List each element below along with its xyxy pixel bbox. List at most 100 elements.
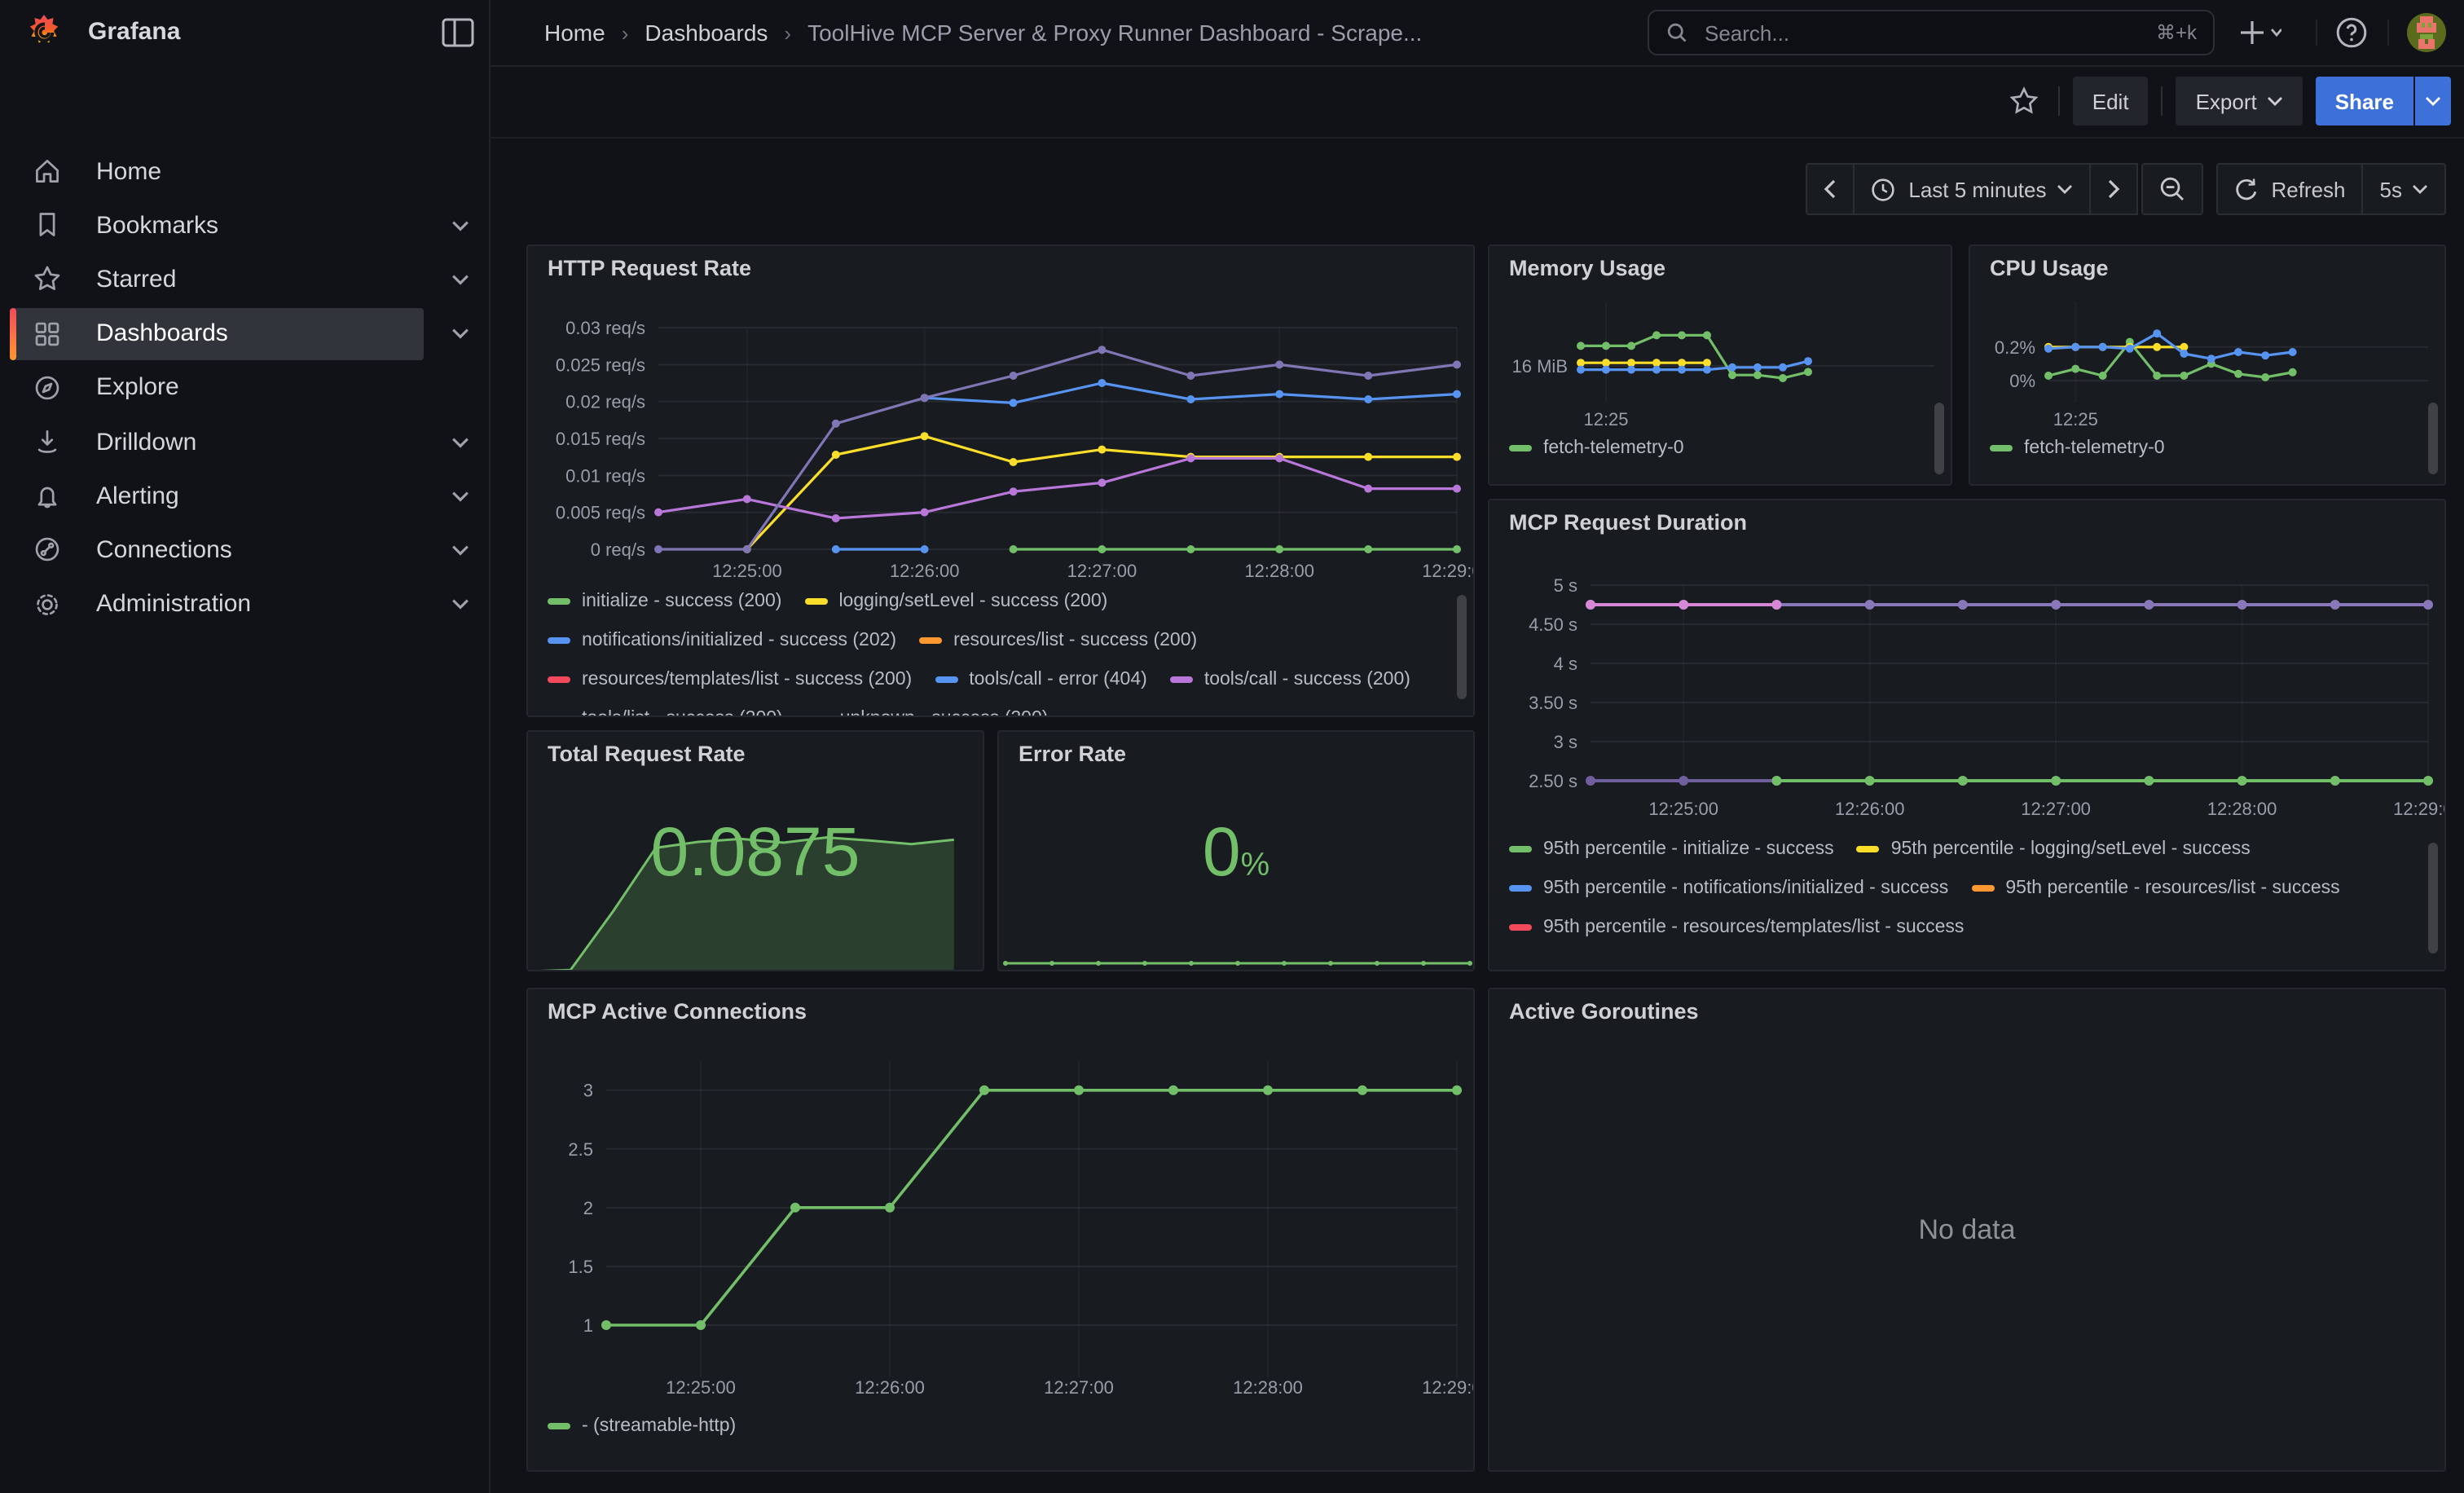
legend-item[interactable]: tools/call - success (200): [1170, 660, 1410, 699]
time-forward-button[interactable]: [2090, 163, 2137, 215]
chevron-down-icon[interactable]: [443, 416, 476, 468]
search-input[interactable]: [1701, 19, 2143, 46]
sidebar-item-starred[interactable]: Starred: [10, 253, 424, 306]
sidebar-item-explore[interactable]: Explore: [10, 362, 424, 414]
share-options-chevron-button[interactable]: [2415, 77, 2451, 126]
chart-legend: fetch-telemetry-0: [1509, 429, 1915, 484]
sidebar-item-home[interactable]: Home: [10, 145, 424, 197]
sidebar-item-label: Home: [96, 157, 161, 185]
legend-scrollbar[interactable]: [2428, 403, 2438, 474]
svg-text:2: 2: [583, 1198, 593, 1218]
legend-item[interactable]: logging/setLevel - success (200): [804, 582, 1107, 621]
series-color-marker: [804, 598, 827, 605]
svg-text:0.01 req/s: 0.01 req/s: [565, 465, 645, 486]
panel-mcp-request-duration: MCP Request Duration 5 s4.50 s4 s3.50 s3…: [1488, 499, 2446, 971]
chart-legend: 95th percentile - initialize - success95…: [1509, 830, 2405, 970]
toolbar-divider: [2058, 86, 2060, 116]
chevron-down-icon[interactable]: [443, 578, 476, 630]
panel-cpu-usage: CPU Usage 0.2%0%12:25 fetch-telemetry-0: [1969, 244, 2446, 486]
svg-text:3 s: 3 s: [1554, 732, 1577, 752]
panel-error-rate: Error Rate 0%: [997, 730, 1475, 971]
legend-scrollbar[interactable]: [1457, 595, 1467, 699]
bell-icon: [33, 481, 62, 510]
sidebar-item-label: Explore: [96, 374, 179, 402]
svg-text:5 s: 5 s: [1554, 575, 1577, 596]
legend-item[interactable]: 95th percentile - resources/list - succe…: [1971, 869, 2339, 908]
legend-scrollbar[interactable]: [2428, 843, 2438, 953]
clock-icon: [1871, 177, 1895, 201]
add-new-button[interactable]: [2239, 13, 2281, 52]
legend-item[interactable]: fetch-telemetry-0: [1509, 429, 1684, 468]
chevron-down-icon[interactable]: [443, 524, 476, 576]
grafana-logo-icon[interactable]: [24, 13, 64, 52]
breadcrumb-home[interactable]: Home: [544, 20, 605, 46]
time-range-picker[interactable]: Last 5 minutes: [1855, 163, 2090, 215]
stat-unit: %: [1241, 848, 1270, 883]
sidebar-item-alerting[interactable]: Alerting: [10, 469, 424, 522]
share-button[interactable]: Share: [2316, 77, 2413, 126]
favorite-star-button[interactable]: [2003, 77, 2045, 126]
sidebar-item-drilldown[interactable]: Drilldown: [10, 416, 424, 468]
sidebar-toggle-icon[interactable]: [440, 16, 476, 49]
mcp-active-connections-chart[interactable]: 32.521.5112:25:0012:26:0012:27:0012:28:0…: [528, 989, 1475, 1472]
legend-item[interactable]: 95th percentile - notifications/initiali…: [1509, 869, 1948, 908]
home-icon: [33, 156, 62, 186]
export-button[interactable]: Export: [2176, 77, 2303, 126]
svg-text:0%: 0%: [2009, 371, 2035, 391]
legend-item[interactable]: tools/call - error (404): [935, 660, 1147, 699]
sidebar-item-administration[interactable]: Administration: [10, 578, 424, 630]
sidebar-item-dashboards[interactable]: Dashboards: [10, 307, 424, 359]
breadcrumb-separator-icon: ›: [622, 20, 629, 45]
series-color-marker: [548, 637, 570, 644]
legend-item[interactable]: resources/templates/list - success (200): [548, 660, 912, 699]
refresh-interval-picker[interactable]: 5s: [2364, 163, 2446, 215]
svg-text:0.2%: 0.2%: [1995, 337, 2035, 358]
svg-text:12:27:00: 12:27:00: [1044, 1377, 1114, 1398]
brand-title[interactable]: Grafana: [88, 18, 180, 46]
search-box[interactable]: ⌘+k: [1648, 10, 2215, 55]
top-nav-bar: Grafana Home › Dashboards › ToolHive MCP…: [0, 0, 2464, 67]
share-button-group: Share: [2316, 77, 2451, 126]
no-data-message: No data: [1489, 989, 2444, 1470]
sidebar-item-label: Administration: [96, 590, 251, 618]
zoom-out-button[interactable]: [2141, 163, 2202, 215]
svg-text:12:25: 12:25: [2053, 409, 2098, 429]
svg-text:3: 3: [583, 1081, 593, 1101]
legend-item[interactable]: - (streamable-http): [548, 1407, 736, 1446]
help-icon[interactable]: [2335, 13, 2368, 52]
chevron-down-icon[interactable]: [443, 469, 476, 522]
edit-button[interactable]: Edit: [2073, 77, 2149, 126]
series-color-marker: [1971, 885, 1994, 892]
svg-text:12:28:00: 12:28:00: [1244, 561, 1314, 581]
chevron-down-icon[interactable]: [443, 199, 476, 251]
legend-item[interactable]: initialize - success (200): [548, 582, 781, 621]
active-item-accent: [10, 307, 16, 359]
time-back-button[interactable]: [1806, 163, 1855, 215]
avatar[interactable]: [2407, 13, 2446, 52]
breadcrumb-dashboards[interactable]: Dashboards: [645, 20, 768, 46]
svg-text:2.5: 2.5: [568, 1139, 593, 1160]
chevron-down-icon[interactable]: [443, 253, 476, 306]
sidebar-item-connections[interactable]: Connections: [10, 524, 424, 576]
chevron-down-icon: [2412, 184, 2428, 194]
search-shortcut-hint: ⌘+k: [2156, 21, 2197, 44]
legend-scrollbar[interactable]: [1934, 403, 1944, 474]
legend-item[interactable]: resources/list - success (200): [919, 621, 1197, 660]
chevron-down-icon[interactable]: [443, 307, 476, 359]
time-controls: Last 5 minutes Refresh 5s: [1806, 163, 2446, 215]
legend-item[interactable]: notifications/initialized - success (202…: [548, 621, 896, 660]
legend-item[interactable]: unknown - success (200): [806, 699, 1049, 716]
stat-value: 0.0875: [528, 813, 983, 892]
sidebar-nav: Home BookmarksStarredDashboards Explore Dri…: [0, 65, 491, 1493]
legend-item[interactable]: fetch-telemetry-0: [1990, 429, 2165, 468]
series-color-marker: [548, 676, 570, 683]
legend-item[interactable]: 95th percentile - resources/templates/li…: [1509, 908, 1964, 947]
legend-item[interactable]: 95th percentile - logging/setLevel - suc…: [1857, 830, 2251, 869]
svg-text:4 s: 4 s: [1554, 654, 1577, 674]
refresh-button[interactable]: Refresh: [2215, 163, 2363, 215]
legend-item[interactable]: tools/list - success (200): [548, 699, 783, 716]
series-color-marker: [1509, 445, 1532, 451]
sidebar-item-bookmarks[interactable]: Bookmarks: [10, 199, 424, 251]
bookmark-icon: [33, 210, 62, 240]
legend-item[interactable]: 95th percentile - initialize - success: [1509, 830, 1834, 869]
